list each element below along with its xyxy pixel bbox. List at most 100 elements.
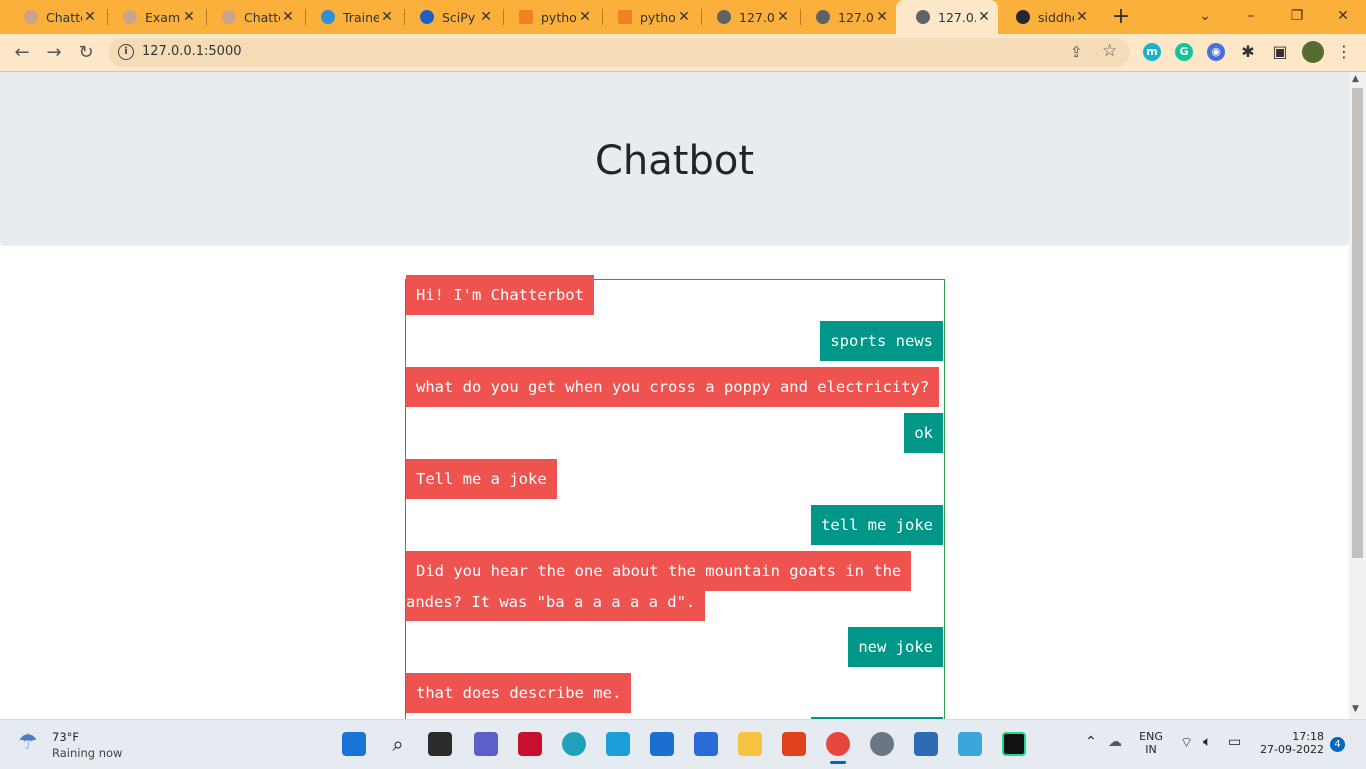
tab-title: Examp bbox=[145, 9, 181, 25]
tab-title: python bbox=[541, 9, 577, 25]
browser-tab-active[interactable]: 127.0.0 ✕ bbox=[896, 0, 998, 34]
chrome-active-indicator bbox=[830, 761, 846, 764]
volume-icon[interactable]: 🔈︎ bbox=[1203, 734, 1211, 750]
bot-message: what do you get when you cross a poppy a… bbox=[406, 367, 940, 407]
close-tab-icon[interactable]: ✕ bbox=[1074, 9, 1090, 25]
new-tab-button[interactable]: + bbox=[1109, 4, 1133, 30]
page-title: Chatbot bbox=[594, 138, 755, 184]
minimize-button[interactable]: – bbox=[1228, 0, 1274, 34]
close-tab-icon[interactable]: ✕ bbox=[379, 9, 395, 25]
show-hidden-icons-chevron-icon[interactable]: ⌃ bbox=[1085, 734, 1097, 750]
browser-tab[interactable]: siddhe ✕ bbox=[996, 0, 1096, 34]
close-tab-icon[interactable]: ✕ bbox=[181, 9, 197, 25]
scroll-up-arrow-icon[interactable]: ▲ bbox=[1352, 74, 1359, 84]
office-icon[interactable] bbox=[782, 732, 806, 756]
browser-tab[interactable]: Chatte ✕ bbox=[202, 0, 302, 34]
page-scrollbar[interactable]: ▲ ▼ bbox=[1349, 72, 1366, 719]
scrollbar-thumb[interactable] bbox=[1352, 88, 1363, 558]
tab-title: SciPy - bbox=[442, 9, 478, 25]
search-icon[interactable]: ⌕ bbox=[386, 732, 410, 756]
browser-tab[interactable]: Trainer ✕ bbox=[301, 0, 401, 34]
edge-browser-icon[interactable] bbox=[562, 732, 586, 756]
tab-title: 127.0.0 bbox=[838, 9, 874, 25]
clock[interactable]: 17:18 27-09-2022 bbox=[1258, 730, 1324, 756]
browser-tab[interactable]: SciPy - ✕ bbox=[400, 0, 500, 34]
close-tab-icon[interactable]: ✕ bbox=[280, 9, 296, 25]
close-tab-icon[interactable]: ✕ bbox=[577, 9, 593, 25]
tab-title: Chatte bbox=[244, 9, 280, 25]
chatterbot-favicon-icon bbox=[222, 10, 236, 24]
share-icon[interactable]: ⇪ bbox=[1070, 43, 1083, 61]
close-tab-icon[interactable]: ✕ bbox=[976, 9, 992, 25]
mail-icon[interactable] bbox=[650, 732, 674, 756]
browser-tab[interactable]: python ✕ bbox=[598, 0, 698, 34]
teams-chat-icon[interactable] bbox=[474, 732, 498, 756]
stackoverflow-favicon-icon bbox=[618, 10, 632, 24]
stackoverflow-favicon-icon bbox=[519, 10, 533, 24]
menu-kebab-icon[interactable]: ⋮ bbox=[1333, 41, 1355, 63]
bot-message-continued: andes? It was "ba a a a a a d". bbox=[406, 591, 706, 621]
weather-description[interactable]: Raining now bbox=[52, 746, 122, 760]
close-tab-icon[interactable]: ✕ bbox=[775, 9, 791, 25]
site-info-icon[interactable]: i bbox=[118, 44, 134, 60]
user-message: new joke bbox=[848, 627, 943, 667]
browser-tab[interactable]: 127.0.0 ✕ bbox=[697, 0, 797, 34]
settings-gear-icon[interactable] bbox=[870, 732, 894, 756]
browser-toolbar: ← → ↻ i 127.0.0.1:5000 ⇪ ☆ m G ◉ ✱ ▣ ⋮ bbox=[0, 34, 1366, 72]
profile-avatar[interactable] bbox=[1302, 41, 1324, 63]
close-tab-icon[interactable]: ✕ bbox=[676, 9, 692, 25]
scroll-down-arrow-icon[interactable]: ▼ bbox=[1352, 704, 1359, 714]
language-code: ENG bbox=[1139, 730, 1163, 743]
tab-title: siddhe bbox=[1038, 9, 1074, 25]
chatterbot-favicon-icon bbox=[123, 10, 137, 24]
browser-tab[interactable]: python ✕ bbox=[499, 0, 599, 34]
restore-button[interactable]: ❐ bbox=[1274, 0, 1320, 34]
browser-tab[interactable]: Examp ✕ bbox=[103, 0, 203, 34]
globe-icon bbox=[717, 10, 731, 24]
grammarly-extension-icon[interactable]: G bbox=[1175, 43, 1193, 61]
task-view-icon[interactable] bbox=[428, 732, 452, 756]
forward-button[interactable]: → bbox=[41, 40, 67, 66]
extension-shield-icon[interactable]: ◉ bbox=[1207, 43, 1225, 61]
bookmark-star-icon[interactable]: ☆ bbox=[1102, 41, 1117, 61]
file-explorer-icon[interactable] bbox=[738, 732, 762, 756]
browser-tab[interactable]: 127.0.0 ✕ bbox=[796, 0, 896, 34]
address-bar[interactable]: i 127.0.0.1:5000 ⇪ ☆ bbox=[108, 38, 1130, 67]
close-tab-icon[interactable]: ✕ bbox=[874, 9, 890, 25]
back-button[interactable]: ← bbox=[9, 40, 35, 66]
user-message: ok bbox=[904, 413, 943, 453]
windows-start-icon[interactable] bbox=[342, 732, 366, 756]
wifi-icon[interactable]: ⌔ bbox=[1180, 734, 1193, 752]
l-app-icon[interactable] bbox=[606, 732, 630, 756]
rain-umbrella-icon[interactable]: ☂ bbox=[18, 730, 38, 755]
pycharm-icon[interactable] bbox=[1002, 732, 1026, 756]
language-indicator[interactable]: ENG IN bbox=[1136, 730, 1166, 756]
tab-title: 127.0.0 bbox=[938, 9, 976, 25]
side-panel-icon[interactable]: ▣ bbox=[1269, 41, 1291, 63]
extension-m-icon[interactable]: m bbox=[1143, 43, 1161, 61]
web-page: Chatbot Hi! I'm Chatterbot sports news w… bbox=[0, 72, 1349, 719]
reload-button[interactable]: ↻ bbox=[73, 40, 99, 66]
extensions-puzzle-icon[interactable]: ✱ bbox=[1237, 41, 1259, 63]
globe-icon bbox=[916, 10, 930, 24]
battery-icon[interactable]: ▭ bbox=[1228, 734, 1241, 750]
bot-message: Did you hear the one about the mountain … bbox=[406, 551, 912, 591]
weather-temperature[interactable]: 73°F bbox=[52, 730, 79, 744]
close-window-button[interactable]: ✕ bbox=[1320, 0, 1366, 34]
photos-icon[interactable] bbox=[914, 732, 938, 756]
microsoft-store-icon[interactable] bbox=[694, 732, 718, 756]
url-text[interactable]: 127.0.0.1:5000 bbox=[142, 44, 242, 59]
browser-tab[interactable]: Chatte ✕ bbox=[4, 0, 104, 34]
tab-search-button[interactable]: ⌄ bbox=[1182, 0, 1228, 34]
chrome-icon[interactable] bbox=[826, 732, 850, 756]
clock-time: 17:18 bbox=[1292, 730, 1324, 743]
bot-message: Tell me a joke bbox=[406, 459, 557, 499]
notification-badge[interactable]: 4 bbox=[1330, 737, 1345, 752]
onedrive-icon[interactable]: ☁ bbox=[1108, 734, 1122, 750]
mcafee-icon[interactable] bbox=[518, 732, 542, 756]
close-tab-icon[interactable]: ✕ bbox=[82, 9, 98, 25]
tab-title: python bbox=[640, 9, 676, 25]
close-tab-icon[interactable]: ✕ bbox=[478, 9, 494, 25]
chatterbot-favicon-icon bbox=[24, 10, 38, 24]
notepad-icon[interactable] bbox=[958, 732, 982, 756]
